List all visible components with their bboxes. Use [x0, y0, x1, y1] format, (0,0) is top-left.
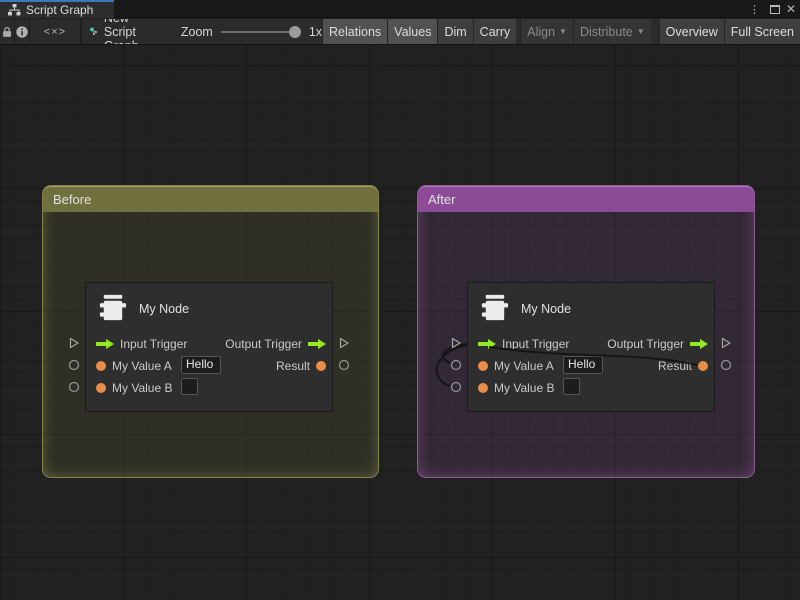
zoom-level: 1x: [309, 25, 322, 39]
value-port-icon[interactable]: [316, 361, 326, 371]
script-graph-window: Script Graph ⋮ ✕ <×>: [0, 0, 800, 600]
value-port-icon[interactable]: [96, 361, 106, 371]
outer-value-port[interactable]: [450, 359, 462, 371]
zoom-control: Zoom 1x: [181, 19, 322, 44]
new-graph-label: New Script Graph: [104, 19, 157, 45]
tab-bar: Script Graph ⋮ ✕: [0, 0, 800, 18]
chevron-down-icon: ▼: [559, 27, 567, 36]
tab-script-graph[interactable]: Script Graph: [0, 0, 114, 18]
new-script-graph-button[interactable]: New Script Graph: [81, 19, 167, 44]
value-b-input[interactable]: [563, 378, 580, 395]
overview-button[interactable]: Overview: [659, 19, 724, 44]
outer-value-port[interactable]: [338, 359, 350, 371]
outer-trigger-port[interactable]: [450, 337, 462, 349]
close-icon[interactable]: ✕: [786, 0, 796, 18]
zoom-slider-handle[interactable]: [289, 26, 301, 38]
align-dropdown[interactable]: Align ▼: [520, 19, 573, 44]
outer-value-port[interactable]: [68, 381, 80, 393]
group-after-label: After: [428, 192, 455, 207]
chevron-down-icon: ▼: [637, 27, 645, 36]
value-port-icon[interactable]: [478, 361, 488, 371]
outer-value-port[interactable]: [68, 359, 80, 371]
port-label: My Value A: [112, 359, 172, 373]
group-before-header[interactable]: Before: [43, 186, 378, 212]
code-preview-button[interactable]: <×>: [30, 19, 81, 44]
trigger-in-icon[interactable]: [478, 339, 496, 349]
node-my-node-after[interactable]: My Node Input Trigger Output Trigger: [467, 282, 715, 412]
port-label: Input Trigger: [502, 337, 569, 351]
maximize-icon[interactable]: [770, 0, 780, 18]
node-my-node-before[interactable]: My Node Input Trigger Output Trigger: [85, 282, 333, 412]
value-port-icon[interactable]: [96, 383, 106, 393]
port-label: Result: [276, 359, 310, 373]
tab-label: Script Graph: [26, 3, 93, 17]
values-button[interactable]: Values: [387, 19, 437, 44]
port-label: Input Trigger: [120, 337, 187, 351]
outer-value-port[interactable]: [720, 359, 732, 371]
dim-button[interactable]: Dim: [437, 19, 472, 44]
graph-tab-icon: [8, 4, 21, 16]
relations-button[interactable]: Relations: [322, 19, 387, 44]
value-port-icon[interactable]: [478, 383, 488, 393]
node-title: My Node: [139, 302, 189, 316]
lock-icon: [0, 25, 14, 39]
carry-button[interactable]: Carry: [473, 19, 517, 44]
info-icon: [15, 25, 29, 39]
window-menu-icon[interactable]: ⋮: [749, 0, 760, 18]
trigger-in-icon[interactable]: [96, 339, 114, 349]
node-title: My Node: [521, 302, 571, 316]
value-a-input[interactable]: Hello: [563, 356, 603, 374]
port-label: Output Trigger: [225, 337, 302, 351]
toolbar-buttons: Relations Values Dim Carry Align ▼ Distr…: [322, 19, 800, 44]
value-a-input[interactable]: Hello: [181, 356, 221, 374]
outer-trigger-port[interactable]: [720, 337, 732, 349]
trigger-out-icon[interactable]: [308, 339, 326, 349]
port-label: My Value B: [112, 381, 172, 395]
outer-trigger-port[interactable]: [68, 337, 80, 349]
toolbar: <×> New Script Graph Zoom 1x Relations V…: [0, 19, 800, 45]
outer-trigger-port[interactable]: [338, 337, 350, 349]
outer-value-port[interactable]: [450, 381, 462, 393]
graph-canvas[interactable]: Before After My Node: [0, 45, 800, 600]
info-button[interactable]: [15, 19, 30, 44]
port-label: Output Trigger: [607, 337, 684, 351]
distribute-dropdown[interactable]: Distribute ▼: [573, 19, 651, 44]
trigger-out-icon[interactable]: [690, 339, 708, 349]
group-after-header[interactable]: After: [418, 186, 754, 212]
port-label: My Value B: [494, 381, 554, 395]
unit-node-icon: [96, 292, 129, 325]
value-port-icon[interactable]: [698, 361, 708, 371]
code-icon: <×>: [44, 26, 66, 38]
unit-node-icon: [478, 292, 511, 325]
group-before-label: Before: [53, 192, 91, 207]
port-label: My Value A: [494, 359, 554, 373]
new-graph-icon: [90, 24, 98, 39]
full-screen-button[interactable]: Full Screen: [724, 19, 800, 44]
port-label: Result: [658, 359, 692, 373]
zoom-label: Zoom: [181, 25, 213, 39]
value-b-input[interactable]: [181, 378, 198, 395]
lock-button[interactable]: [0, 19, 15, 44]
zoom-slider[interactable]: [221, 19, 301, 45]
